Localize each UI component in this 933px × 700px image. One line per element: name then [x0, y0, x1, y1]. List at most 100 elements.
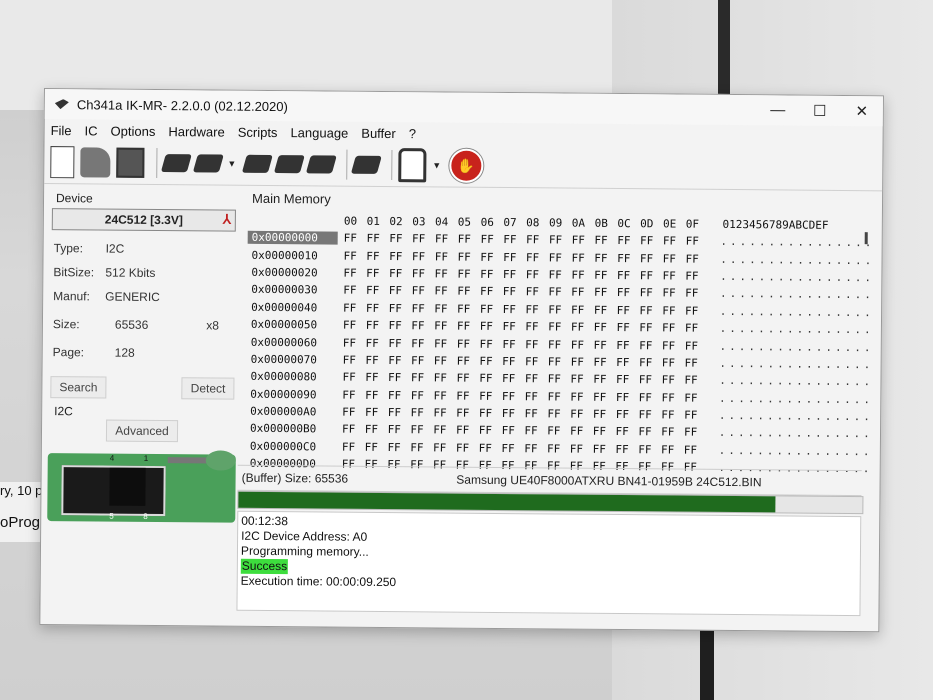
- hex-byte[interactable]: FF: [434, 302, 457, 315]
- hex-byte[interactable]: FF: [480, 337, 503, 350]
- hex-byte[interactable]: FF: [503, 233, 526, 246]
- hex-byte[interactable]: FF: [640, 269, 663, 282]
- advanced-button[interactable]: Advanced: [106, 419, 178, 443]
- hex-byte[interactable]: FF: [388, 389, 411, 402]
- hex-byte[interactable]: FF: [479, 442, 502, 455]
- hex-byte[interactable]: FF: [593, 408, 616, 421]
- hex-byte[interactable]: FF: [412, 250, 435, 263]
- hex-byte[interactable]: FF: [479, 355, 502, 368]
- verify-chip-icon[interactable]: [273, 155, 305, 174]
- hex-byte[interactable]: FF: [663, 235, 686, 248]
- hex-byte[interactable]: FF: [434, 320, 457, 333]
- hex-byte[interactable]: FF: [388, 354, 411, 367]
- hex-byte[interactable]: FF: [594, 269, 617, 282]
- hex-byte[interactable]: FF: [616, 321, 639, 334]
- hex-byte[interactable]: FF: [365, 423, 388, 436]
- hex-byte[interactable]: FF: [548, 303, 571, 316]
- hex-byte[interactable]: FF: [503, 285, 526, 298]
- hex-byte[interactable]: FF: [366, 232, 389, 245]
- hex-byte[interactable]: FF: [433, 424, 456, 437]
- hex-byte[interactable]: FF: [501, 442, 524, 455]
- hex-byte[interactable]: FF: [662, 269, 685, 282]
- hex-byte[interactable]: FF: [524, 407, 547, 420]
- erase-chip-icon[interactable]: [241, 154, 273, 173]
- hex-byte[interactable]: FF: [457, 302, 480, 315]
- menu-scripts[interactable]: Scripts: [238, 124, 278, 139]
- hex-byte[interactable]: FF: [685, 287, 708, 300]
- menu-hardware[interactable]: Hardware: [168, 124, 224, 139]
- hex-byte[interactable]: FF: [366, 319, 389, 332]
- hex-byte[interactable]: FF: [365, 371, 388, 384]
- hex-byte[interactable]: FF: [548, 355, 571, 368]
- hex-byte[interactable]: FF: [616, 391, 639, 404]
- hex-byte[interactable]: FF: [502, 355, 525, 368]
- hex-byte[interactable]: FF: [342, 423, 365, 436]
- hex-byte[interactable]: FF: [616, 339, 639, 352]
- hex-byte[interactable]: FF: [685, 304, 708, 317]
- hex-byte[interactable]: FF: [366, 336, 389, 349]
- hex-byte[interactable]: FF: [411, 302, 434, 315]
- hex-byte[interactable]: FF: [685, 270, 708, 283]
- hex-byte[interactable]: FF: [684, 409, 707, 422]
- hex-byte[interactable]: FF: [594, 251, 617, 264]
- hex-byte[interactable]: FF: [570, 408, 593, 421]
- hex-byte[interactable]: FF: [525, 303, 548, 316]
- pdf-datasheet-icon[interactable]: ⅄: [223, 212, 231, 228]
- chevron-down-icon[interactable]: ▼: [227, 159, 236, 169]
- hex-byte[interactable]: FF: [457, 285, 480, 298]
- hex-byte[interactable]: FF: [593, 391, 616, 404]
- hex-byte[interactable]: FF: [594, 321, 617, 334]
- vertical-scrollbar[interactable]: [864, 232, 868, 245]
- hex-byte[interactable]: FF: [502, 424, 525, 437]
- hex-byte[interactable]: FF: [457, 320, 480, 333]
- menu-ic[interactable]: IC: [85, 123, 98, 138]
- hex-byte[interactable]: FF: [548, 338, 571, 351]
- hex-byte[interactable]: FF: [685, 357, 708, 370]
- hex-byte[interactable]: FF: [456, 424, 479, 437]
- auto-program-icon[interactable]: [350, 155, 382, 174]
- hex-byte[interactable]: FF: [593, 443, 616, 456]
- hex-byte[interactable]: FF: [526, 268, 549, 281]
- hex-byte[interactable]: FF: [435, 267, 458, 280]
- hex-byte[interactable]: FF: [387, 441, 410, 454]
- hex-byte[interactable]: FF: [547, 425, 570, 438]
- hex-byte[interactable]: FF: [342, 371, 365, 384]
- hex-byte[interactable]: FF: [547, 390, 570, 403]
- hex-byte[interactable]: FF: [616, 356, 639, 369]
- hex-byte[interactable]: FF: [639, 391, 662, 404]
- hex-byte[interactable]: FF: [389, 232, 412, 245]
- hex-byte[interactable]: FF: [640, 287, 663, 300]
- hex-byte[interactable]: FF: [616, 408, 639, 421]
- menu-file[interactable]: File: [51, 123, 72, 138]
- hex-byte[interactable]: FF: [663, 252, 686, 265]
- hex-byte[interactable]: FF: [480, 303, 503, 316]
- close-button[interactable]: ✕: [841, 102, 883, 120]
- hex-byte[interactable]: FF: [661, 443, 684, 456]
- hex-byte[interactable]: FF: [480, 268, 503, 281]
- hex-byte[interactable]: FF: [457, 355, 480, 368]
- hex-byte[interactable]: FF: [524, 425, 547, 438]
- hex-byte[interactable]: FF: [594, 234, 617, 247]
- hex-byte[interactable]: FF: [526, 251, 549, 264]
- hex-byte[interactable]: FF: [638, 408, 661, 421]
- hex-byte[interactable]: FF: [662, 322, 685, 335]
- read-chip-icon[interactable]: [160, 154, 192, 173]
- hex-byte[interactable]: FF: [457, 337, 480, 350]
- hex-byte[interactable]: FF: [616, 373, 639, 386]
- hex-byte[interactable]: FF: [434, 337, 457, 350]
- hex-byte[interactable]: FF: [571, 356, 594, 369]
- hex-byte[interactable]: FF: [456, 389, 479, 402]
- hex-byte[interactable]: FF: [526, 233, 549, 246]
- hex-byte[interactable]: FF: [593, 425, 616, 438]
- maximize-button[interactable]: ☐: [799, 102, 841, 120]
- hex-byte[interactable]: FF: [571, 269, 594, 282]
- hex-byte[interactable]: FF: [662, 287, 685, 300]
- hex-byte[interactable]: FF: [685, 252, 708, 265]
- save-file-icon[interactable]: [116, 147, 145, 178]
- hex-byte[interactable]: FF: [684, 443, 707, 456]
- hex-byte[interactable]: FF: [412, 267, 435, 280]
- hex-byte[interactable]: FF: [411, 389, 434, 402]
- hex-editor[interactable]: 00 01 02 03 04 05 06 07 08 09 0A 0B 0C 0…: [246, 211, 875, 478]
- hex-byte[interactable]: FF: [594, 304, 617, 317]
- hex-byte[interactable]: FF: [549, 268, 572, 281]
